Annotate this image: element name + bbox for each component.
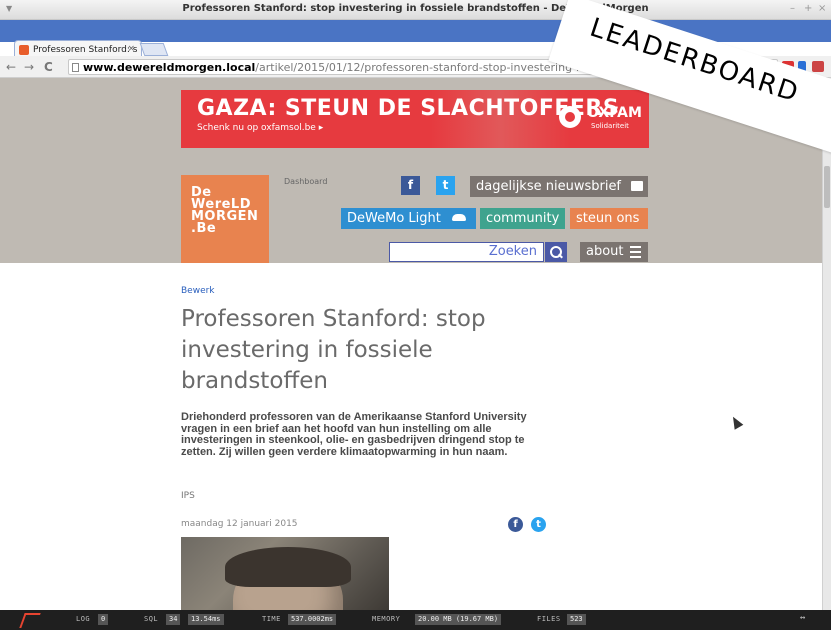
- debug-sql-count: 34: [166, 614, 181, 625]
- article-lead: Driehonderd professoren van de Amerikaan…: [181, 411, 527, 458]
- menu-icon: [630, 256, 641, 258]
- debug-memory-label[interactable]: MEMORY: [372, 615, 400, 623]
- debug-expand-icon[interactable]: ↔: [800, 613, 806, 623]
- mail-icon: [631, 181, 643, 191]
- search-placeholder: Zoeken: [488, 244, 537, 259]
- window-title: Professoren Stanford: stop investering i…: [182, 3, 649, 14]
- scrollbar-thumb[interactable]: [824, 166, 830, 208]
- debug-log-label[interactable]: LOG: [76, 615, 90, 623]
- youtube-extension-icon[interactable]: [812, 61, 824, 72]
- back-icon[interactable]: ←: [6, 60, 16, 74]
- share-twitter-icon[interactable]: t: [531, 517, 546, 532]
- url-host: www.dewereldmorgen.local: [83, 61, 256, 74]
- favicon-icon: [19, 45, 29, 55]
- oxfam-logo-icon: [559, 106, 581, 128]
- article-title: Professoren Stanford: stop investering i…: [181, 306, 486, 394]
- newsletter-label: dagelijkse nieuwsbrief: [476, 179, 622, 194]
- dashboard-link[interactable]: Dashboard: [284, 177, 327, 186]
- dewemo-light-label: DeWeMo Light: [347, 211, 441, 226]
- debug-bar: LOG 0 SQL 34 13.54ms TIME 537.0002ms MEM…: [0, 610, 831, 630]
- cloud-icon: [452, 214, 466, 221]
- tab-title: Professoren Stanford: s: [33, 45, 138, 55]
- site-logo[interactable]: De WereLD MORGEN .Be: [181, 175, 269, 263]
- debug-sql-label[interactable]: SQL: [144, 615, 158, 623]
- ad-brand: OXFAM: [587, 105, 642, 121]
- support-label: steun ons: [576, 211, 640, 226]
- menu-icon: [630, 251, 641, 253]
- community-button[interactable]: community: [480, 208, 565, 229]
- forward-icon[interactable]: →: [24, 60, 34, 74]
- close-window-icon[interactable]: ×: [818, 3, 826, 14]
- edit-link[interactable]: Bewerk: [181, 286, 215, 296]
- debug-time-value: 537.0002ms: [288, 614, 337, 625]
- ad-headline: GAZA: STEUN DE SLACHTOFFERS: [197, 96, 620, 121]
- ad-banner[interactable]: GAZA: STEUN DE SLACHTOFFERS Schenk nu op…: [181, 90, 649, 148]
- article-source: IPS: [181, 491, 195, 501]
- debug-memory-value: 20.00 MB (19.67 MB): [415, 614, 502, 625]
- minimize-icon[interactable]: –: [790, 3, 795, 14]
- maximize-icon[interactable]: +: [804, 3, 812, 14]
- search-icon[interactable]: [545, 242, 567, 262]
- article-photo: [181, 537, 389, 610]
- support-button[interactable]: steun ons: [570, 208, 648, 229]
- page-icon: [72, 63, 79, 72]
- article-date: maandag 12 januari 2015: [181, 519, 298, 529]
- debug-log-value: 0: [98, 614, 109, 625]
- newsletter-button[interactable]: dagelijkse nieuwsbrief: [470, 176, 648, 197]
- reload-icon[interactable]: C: [44, 60, 53, 74]
- share-facebook-icon[interactable]: f: [508, 517, 523, 532]
- community-label: community: [486, 211, 560, 226]
- page-scrollbar[interactable]: [822, 78, 831, 611]
- facebook-icon[interactable]: f: [401, 176, 420, 195]
- debug-time-label[interactable]: TIME: [262, 615, 281, 623]
- window-titlebar: ▼ Professoren Stanford: stop investering…: [0, 0, 831, 20]
- ad-subline: Schenk nu op oxfamsol.be ▸: [197, 123, 324, 133]
- tab-close-icon[interactable]: ×: [127, 44, 135, 54]
- about-label: about: [586, 244, 624, 259]
- new-tab-button[interactable]: [139, 43, 169, 56]
- ad-brand-sub: Solidariteit: [591, 122, 629, 130]
- debug-files-label[interactable]: FILES: [537, 615, 561, 623]
- debug-sql-time: 13.54ms: [188, 614, 224, 625]
- search-input[interactable]: Zoeken: [389, 242, 544, 262]
- menu-icon: [630, 246, 641, 248]
- debug-files-value: 523: [567, 614, 586, 625]
- mouse-cursor-icon: [728, 414, 744, 430]
- photo-hair: [225, 547, 351, 587]
- laravel-logo-icon[interactable]: [20, 612, 44, 628]
- twitter-icon[interactable]: t: [436, 176, 455, 195]
- logo-line: .Be: [191, 221, 217, 236]
